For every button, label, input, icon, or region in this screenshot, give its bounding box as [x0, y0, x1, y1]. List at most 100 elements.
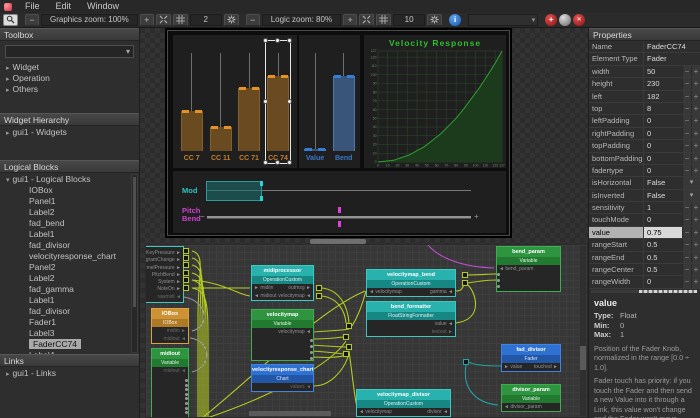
stepper-minus-button[interactable]: − — [682, 115, 691, 127]
fader-bend[interactable]: Bend — [331, 35, 357, 168]
property-value[interactable]: 182 — [643, 91, 682, 103]
selection-handle[interactable] — [287, 38, 292, 43]
mod-fader-handle[interactable] — [260, 196, 263, 201]
logic-settings-gear-icon[interactable] — [427, 14, 442, 26]
tree-expand-icon[interactable]: ▸ — [6, 87, 10, 94]
stepper-plus-button[interactable]: + — [691, 276, 700, 288]
stepper-minus-button[interactable]: − — [682, 276, 691, 288]
menu-window[interactable]: Window — [80, 0, 126, 13]
toolbox-filter-combobox[interactable]: ▾ — [5, 45, 134, 58]
stepper-minus-button[interactable]: − — [682, 214, 691, 226]
fader-handle[interactable] — [182, 110, 189, 113]
node-iobox[interactable]: IOBoxIOBoxmidiin ►midiout ◄ — [151, 308, 189, 344]
stepper-plus-button[interactable]: + — [691, 140, 700, 152]
property-row-top[interactable]: top8−+ — [589, 103, 700, 115]
logical-block-iobox[interactable]: IOBox — [0, 185, 139, 196]
logical-block-label1[interactable]: Label1 — [0, 295, 139, 306]
property-row-rangewidth[interactable]: rangeWidth0−+ — [589, 276, 700, 288]
property-value[interactable]: 0.5 — [643, 239, 682, 251]
stepper-minus-button[interactable]: − — [682, 227, 691, 239]
preset-combobox[interactable]: ▾ — [468, 14, 538, 26]
pitch-bend-minus[interactable]: − — [200, 212, 205, 221]
pitch-bend-track[interactable] — [207, 216, 471, 219]
logical-block-label1[interactable]: Label1 — [0, 229, 139, 240]
stepper-minus-button[interactable]: − — [682, 252, 691, 264]
property-row-touchmode[interactable]: touchMode0−+ — [589, 214, 700, 226]
logic-fit-icon[interactable] — [359, 14, 374, 26]
menu-edit[interactable]: Edit — [49, 0, 79, 13]
logical-block-fad_bend[interactable]: fad_bend — [0, 218, 139, 229]
chevron-down-icon[interactable]: ▾ — [682, 177, 700, 189]
tree-expand-icon[interactable]: ▸ — [6, 130, 10, 137]
fader-cc11[interactable]: CC 11 — [208, 35, 234, 168]
fader-cc71[interactable]: CC 71 — [236, 35, 262, 168]
logical-block-label2[interactable]: Label2 — [0, 273, 139, 284]
fader-handle[interactable] — [211, 126, 218, 129]
property-value[interactable]: False — [643, 177, 682, 189]
fader-handle[interactable] — [305, 148, 312, 151]
fader-handle[interactable] — [195, 110, 202, 113]
fader-handle[interactable] — [334, 75, 341, 78]
property-value[interactable]: 0 — [643, 153, 682, 165]
node-divisor_param[interactable]: divisor_paramVariable◄ divisor_param — [501, 384, 561, 412]
property-row-rangeend[interactable]: rangeEnd0.5−+ — [589, 252, 700, 264]
stepper-plus-button[interactable]: + — [691, 214, 700, 226]
selection-handle[interactable] — [275, 160, 280, 165]
links-root[interactable]: ▸gui1 - Links — [0, 368, 139, 379]
node-velocitymap_bend[interactable]: velocitymap_bendOperationCustom◄ velocit… — [366, 269, 456, 297]
fader-handle[interactable] — [347, 75, 354, 78]
stepper-minus-button[interactable]: − — [682, 66, 691, 78]
tree-expand-icon[interactable]: ▸ — [6, 76, 10, 83]
graphics-zoom-in-button[interactable]: + — [140, 14, 154, 26]
clear-button[interactable] — [559, 14, 571, 26]
node-bend_formatter[interactable]: bend_formatterFloatStringFormattervalue … — [366, 301, 456, 337]
stepper-minus-button[interactable]: − — [682, 165, 691, 177]
fader-handle[interactable] — [239, 87, 246, 90]
logical-block-fad_gamma[interactable]: fad_gamma — [0, 284, 139, 295]
graphics-settings-gear-icon[interactable] — [224, 14, 239, 26]
logical-block-label3[interactable]: Label3 — [0, 328, 139, 339]
selection-handle[interactable] — [275, 38, 280, 43]
stepper-minus-button[interactable]: − — [682, 202, 691, 214]
stepper-plus-button[interactable]: + — [691, 66, 700, 78]
logical-blocks-scrollbar[interactable] — [131, 174, 138, 353]
tree-expand-icon[interactable]: ▸ — [6, 371, 10, 378]
node-graph-horizontal-scrollbar[interactable] — [249, 411, 331, 416]
logic-grid-size-field[interactable]: 10 — [393, 14, 425, 26]
property-row-rangecenter[interactable]: rangeCenter0.5−+ — [589, 264, 700, 276]
logical-block-fad_divisor[interactable]: fad_divisor — [0, 306, 139, 317]
property-value[interactable]: FaderCC74 — [643, 41, 700, 52]
property-value[interactable]: 0.5 — [643, 264, 682, 276]
fader-handle[interactable] — [252, 87, 259, 90]
stepper-minus-button[interactable]: − — [682, 153, 691, 165]
stepper-plus-button[interactable]: + — [691, 264, 700, 276]
property-value[interactable]: 8 — [643, 103, 682, 115]
logical-blocks-root[interactable]: ▾gui1 - Logical Blocks — [0, 174, 139, 185]
property-row-rangestart[interactable]: rangeStart0.5−+ — [589, 239, 700, 251]
graphics-grid-icon[interactable] — [173, 14, 188, 26]
selection-handle[interactable] — [263, 160, 268, 165]
property-row-width[interactable]: width50−+ — [589, 66, 700, 78]
logical-block-panel2[interactable]: Panel2 — [0, 262, 139, 273]
property-value[interactable]: 0 — [643, 128, 682, 140]
property-value[interactable]: 0 — [643, 115, 682, 127]
stepper-plus-button[interactable]: + — [691, 78, 700, 90]
property-row-name[interactable]: NameFaderCC74 — [589, 41, 700, 53]
stepper-minus-button[interactable]: − — [682, 91, 691, 103]
property-value[interactable]: 0.75 — [643, 227, 682, 239]
info-icon[interactable]: i — [449, 14, 461, 26]
property-value[interactable]: 1 — [643, 202, 682, 214]
stepper-minus-button[interactable]: − — [682, 78, 691, 90]
property-row-element type[interactable]: Element TypeFader — [589, 53, 700, 65]
stepper-plus-button[interactable]: + — [691, 202, 700, 214]
fader-value[interactable]: Value — [302, 35, 328, 168]
property-value[interactable]: 0 — [643, 165, 682, 177]
pitch-bend-plus[interactable]: + — [474, 212, 479, 221]
toolbox-item-others[interactable]: ▸Others — [0, 84, 139, 95]
node-fad_divisor[interactable]: fad_divisorFader► valuetouched ► — [501, 344, 561, 372]
property-row-ishorizontal[interactable]: isHorizontalFalse▾ — [589, 177, 700, 189]
menu-file[interactable]: File — [18, 0, 47, 13]
widget-hierarchy-root[interactable]: ▸gui1 - Widgets — [0, 127, 139, 138]
node-velocityresponse_chart[interactable]: velocityresponse_chartChartvalues ◄ — [251, 364, 314, 392]
node-midiin[interactable]: PolyKeyPressure ►ProgramChange ►ChannelP… — [145, 246, 184, 303]
